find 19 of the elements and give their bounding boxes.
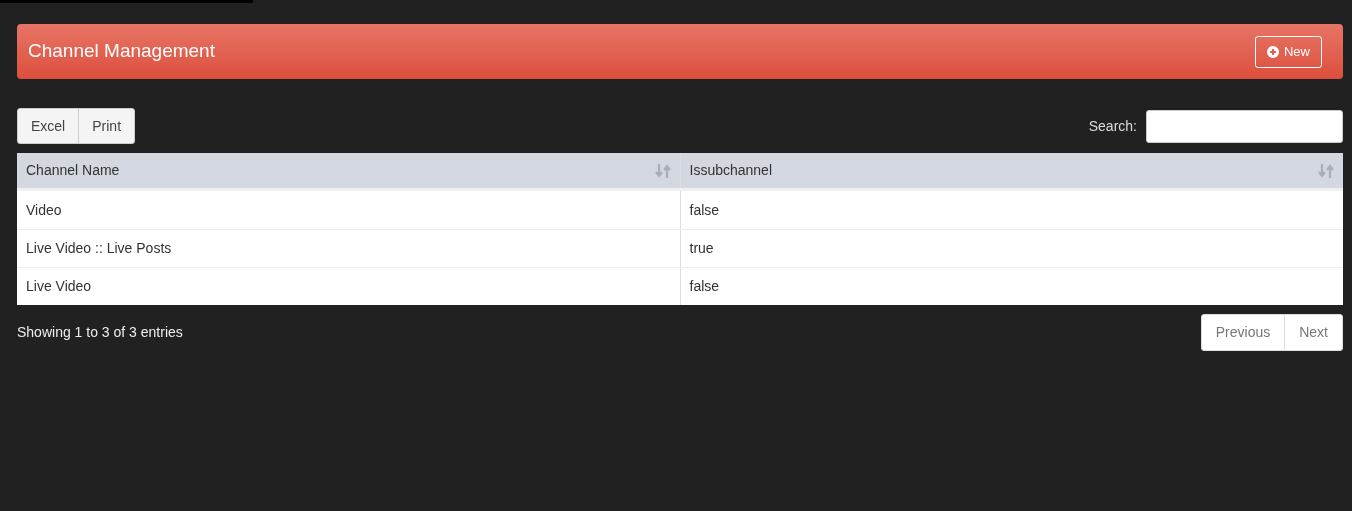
- panel-title: Channel Management: [28, 39, 215, 64]
- search-field[interactable]: [1146, 109, 1343, 143]
- search-label: Search:: [1088, 116, 1137, 136]
- table-cell: Video: [17, 191, 681, 229]
- column-header[interactable]: Channel Name: [17, 153, 681, 188]
- sort-icon: [654, 162, 671, 179]
- export-button[interactable]: Excel: [17, 108, 80, 144]
- table-cell: Live Video: [17, 268, 681, 305]
- table-cell: Live Video :: Live Posts: [17, 230, 681, 267]
- plus-circle-icon: [1267, 45, 1279, 58]
- column-header[interactable]: Issubchannel: [680, 153, 1343, 188]
- pagination-button[interactable]: Next: [1284, 315, 1342, 350]
- entries-info: Showing 1 to 3 of 3 entries: [17, 323, 183, 342]
- table-cell-text: true: [688, 239, 715, 258]
- sort-icon: [1318, 162, 1334, 179]
- table-cell-text: false: [688, 200, 721, 220]
- pagination-button[interactable]: Previous: [1201, 315, 1285, 350]
- table-cell-text: false: [688, 277, 721, 296]
- export-button[interactable]: Print: [78, 108, 136, 144]
